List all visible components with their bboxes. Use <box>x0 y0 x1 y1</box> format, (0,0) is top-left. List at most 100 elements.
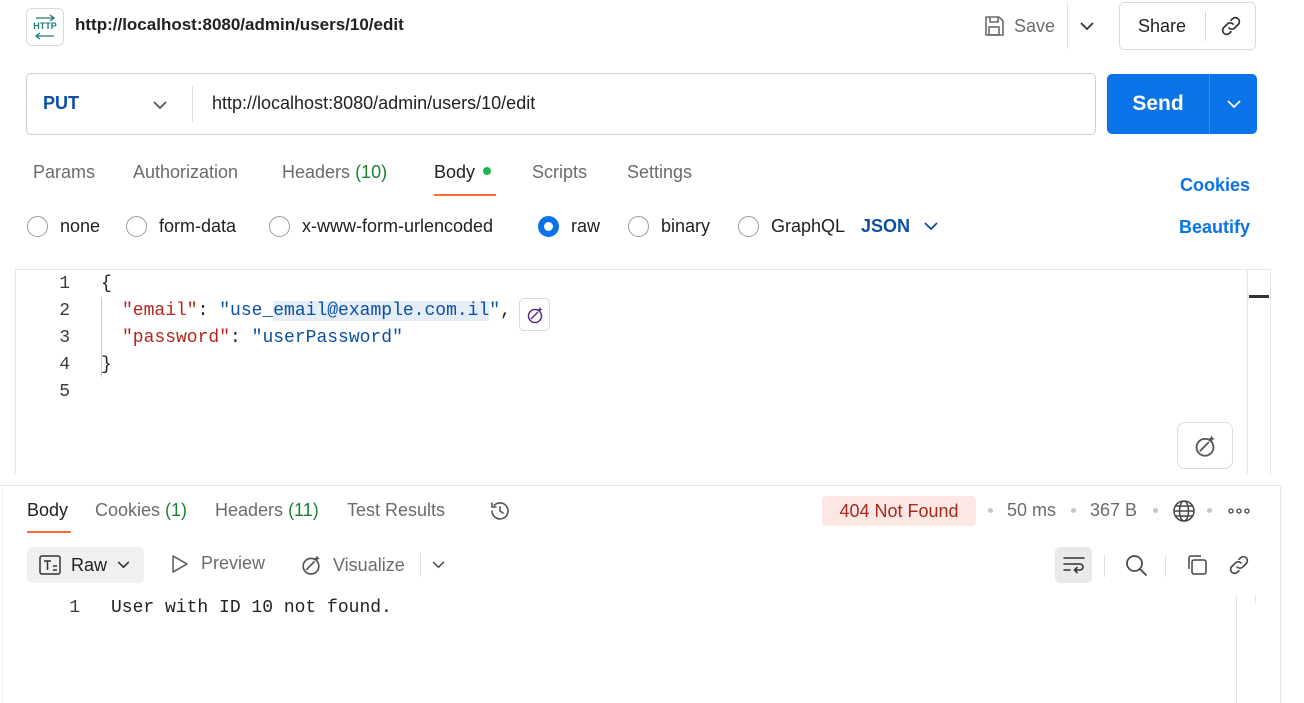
toolbar-divider <box>1165 555 1166 577</box>
response-body-text[interactable]: User with ID 10 not found. <box>111 598 392 618</box>
response-tab-test-results[interactable]: Test Results <box>347 500 445 521</box>
wrap-lines-button[interactable] <box>1055 547 1092 583</box>
save-options-chevron-icon[interactable] <box>1076 15 1098 37</box>
line-number: 5 <box>59 382 70 402</box>
beautify-link[interactable]: Beautify <box>1179 217 1250 238</box>
radio-form-data[interactable]: form-data <box>126 216 236 237</box>
response-format-select[interactable]: Raw <box>27 547 144 583</box>
email-value-prefix: "use_ <box>219 301 274 321</box>
body-format-label: JSON <box>861 216 911 236</box>
search-icon[interactable] <box>1124 553 1148 577</box>
preview-button[interactable]: Preview <box>171 553 265 574</box>
radio-raw[interactable]: raw <box>538 216 600 237</box>
radio-form-data-label: form-data <box>159 216 237 236</box>
radio-none-label: none <box>60 216 101 236</box>
save-button[interactable]: Save <box>982 11 1055 41</box>
send-button[interactable]: Send <box>1107 74 1209 134</box>
toolbar-divider <box>1104 555 1105 577</box>
request-body-editor[interactable] <box>15 269 1271 474</box>
radio-circle[interactable] <box>126 216 147 237</box>
copy-icon[interactable] <box>1185 553 1209 577</box>
colon: : <box>197 301 220 321</box>
response-divider[interactable] <box>0 485 1280 486</box>
save-icon <box>985 16 1004 36</box>
send-options-chevron-icon[interactable] <box>1210 74 1257 134</box>
tab-authorization[interactable]: Authorization <box>133 162 238 183</box>
radio-binary-label: binary <box>661 216 711 236</box>
method-select[interactable]: PUT <box>43 93 79 114</box>
wrap-text-icon <box>1062 557 1085 574</box>
radio-raw-label: raw <box>571 216 601 236</box>
share-button[interactable]: Share <box>1119 2 1205 50</box>
preview-label: Preview <box>201 553 266 573</box>
ai-assist-button[interactable] <box>1177 422 1233 469</box>
status-badge[interactable]: 404 Not Found <box>822 496 976 526</box>
copy-link-button[interactable] <box>1206 2 1256 50</box>
body-modified-dot <box>483 167 492 175</box>
response-tab-cookies-label: Cookies <box>95 500 161 520</box>
radio-x-www-form-urlencoded[interactable]: x-www-form-urlencoded <box>269 216 493 237</box>
open-brace: { <box>101 274 112 294</box>
visualize-button[interactable]: Visualize <box>299 553 405 577</box>
radio-urlencoded-label: x-www-form-urlencoded <box>302 216 494 236</box>
globe-icon[interactable] <box>1171 498 1197 524</box>
close-brace: } <box>101 355 112 375</box>
radio-binary[interactable]: binary <box>628 216 710 237</box>
chevron-down-icon <box>117 561 130 569</box>
radio-circle-checked[interactable] <box>538 216 559 237</box>
url-input[interactable] <box>212 93 1072 114</box>
response-tab-headers-label: Headers <box>215 500 284 520</box>
tab-settings-label: Settings <box>627 162 693 182</box>
body-format-select[interactable]: JSON <box>861 216 938 237</box>
ai-assist-inline-button[interactable] <box>519 298 550 331</box>
meta-separator <box>1071 508 1076 513</box>
meta-separator <box>988 508 993 513</box>
code-line-3: "password": "userPassword" <box>122 328 403 348</box>
tab-body[interactable]: Body <box>434 162 492 183</box>
visualize-chevron-icon[interactable] <box>428 555 448 575</box>
response-tab-body[interactable]: Body <box>27 500 68 521</box>
link-icon[interactable] <box>1227 553 1251 577</box>
response-time[interactable]: 50 ms <box>1007 500 1056 521</box>
comma: , <box>500 301 511 321</box>
radio-circle[interactable] <box>269 216 290 237</box>
radio-none[interactable]: none <box>27 216 100 237</box>
tab-params[interactable]: Params <box>33 162 95 183</box>
history-icon[interactable] <box>487 498 513 524</box>
radio-circle[interactable] <box>27 216 48 237</box>
link-icon <box>1221 16 1241 36</box>
panel-left-border <box>2 486 3 703</box>
tab-headers[interactable]: Headers (10) <box>282 162 387 183</box>
radio-circle[interactable] <box>738 216 759 237</box>
method-chevron-icon[interactable] <box>149 94 171 116</box>
http-icon-text: HTTP <box>33 21 57 31</box>
tab-body-label: Body <box>434 162 476 182</box>
response-line-number: 1 <box>69 598 80 618</box>
request-title[interactable]: http://localhost:8080/admin/users/10/edi… <box>75 15 404 35</box>
line-number: 2 <box>59 301 70 321</box>
response-size[interactable]: 367 B <box>1090 500 1137 521</box>
response-tab-headers[interactable]: Headers (11) <box>215 500 319 521</box>
response-tab-cookies[interactable]: Cookies (1) <box>95 500 187 521</box>
response-cookies-count: (1) <box>165 500 188 520</box>
line-number: 3 <box>59 328 70 348</box>
tab-settings[interactable]: Settings <box>627 162 692 183</box>
more-options-icon[interactable] <box>1226 500 1252 522</box>
response-tab-test-results-label: Test Results <box>347 500 446 520</box>
email-value-selection: email@example.com.il <box>273 301 490 321</box>
editor-minimap-marker[interactable] <box>1249 295 1269 298</box>
response-scrollbar-edge <box>1255 595 1256 603</box>
tab-scripts-label: Scripts <box>532 162 588 182</box>
radio-circle[interactable] <box>628 216 649 237</box>
tab-scripts[interactable]: Scripts <box>532 162 587 183</box>
radio-graphql[interactable]: GraphQL <box>738 216 845 237</box>
response-tab-body-label: Body <box>27 500 69 520</box>
cookies-link[interactable]: Cookies <box>1180 175 1250 196</box>
line-number: 4 <box>59 355 70 375</box>
http-request-icon: HTTP <box>26 8 64 46</box>
meta-separator <box>1207 508 1212 513</box>
save-label: Save <box>1014 15 1056 36</box>
ai-sparkle-icon <box>302 555 320 575</box>
code-line-2: "email": "use_email@example.com.il", <box>122 301 511 321</box>
chevron-down-icon <box>924 222 938 231</box>
